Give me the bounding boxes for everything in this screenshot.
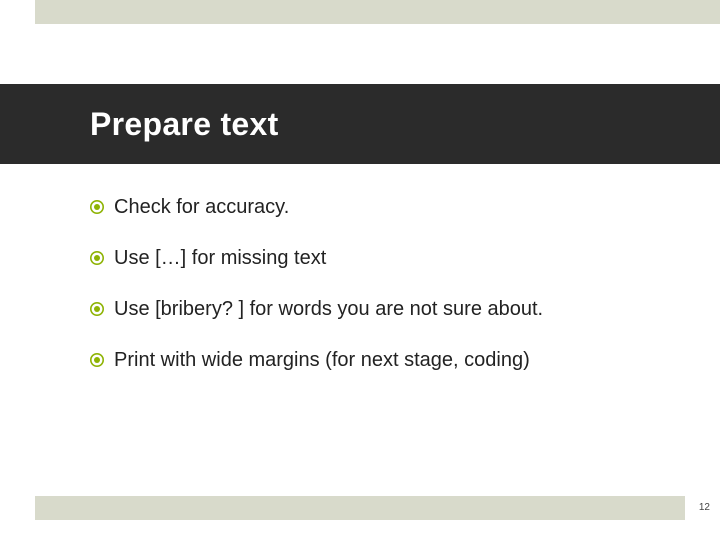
slide: Prepare text Check for accuracy. Use […]… bbox=[0, 0, 720, 540]
list-item-text: Check for accuracy. bbox=[114, 195, 289, 220]
bullet-icon bbox=[90, 302, 104, 316]
list-item: Print with wide margins (for next stage,… bbox=[90, 348, 650, 373]
bottom-decorative-strip bbox=[35, 496, 685, 520]
list-item-text: Use […] for missing text bbox=[114, 246, 326, 271]
bullet-icon bbox=[90, 353, 104, 367]
bullet-list: Check for accuracy. Use […] for missing … bbox=[90, 195, 650, 399]
bullet-icon bbox=[90, 251, 104, 265]
list-item: Use [bribery? ] for words you are not su… bbox=[90, 297, 650, 322]
top-left-accent bbox=[35, 0, 75, 24]
top-decorative-strip bbox=[35, 0, 720, 24]
page-number: 12 bbox=[699, 496, 710, 520]
list-item: Check for accuracy. bbox=[90, 195, 650, 220]
slide-title: Prepare text bbox=[90, 106, 279, 143]
title-band: Prepare text bbox=[0, 84, 720, 164]
list-item-text: Print with wide margins (for next stage,… bbox=[114, 348, 530, 373]
list-item-text: Use [bribery? ] for words you are not su… bbox=[114, 297, 543, 322]
list-item: Use […] for missing text bbox=[90, 246, 650, 271]
bullet-icon bbox=[90, 200, 104, 214]
